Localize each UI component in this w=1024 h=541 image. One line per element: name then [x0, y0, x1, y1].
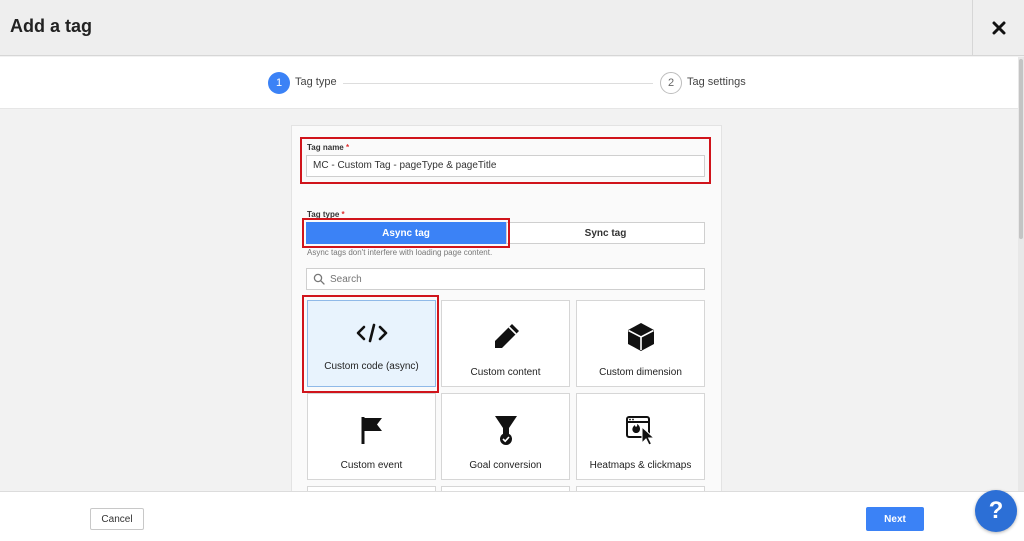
- help-button[interactable]: ?: [975, 490, 1017, 532]
- step-1-label: Tag type: [295, 76, 337, 88]
- tile-label: Goal conversion: [469, 460, 542, 471]
- async-tag-option[interactable]: Async tag: [306, 222, 506, 244]
- tile-label: Heatmaps & clickmaps: [589, 460, 692, 471]
- tile-heatmaps-clickmaps[interactable]: Heatmaps & clickmaps: [576, 393, 705, 480]
- search-input[interactable]: [330, 273, 690, 285]
- tile-custom-content[interactable]: Custom content: [441, 300, 570, 387]
- code-icon: [356, 317, 388, 349]
- tile-label: Custom code (async): [324, 361, 419, 372]
- tag-type-label-text: Tag type: [307, 210, 340, 219]
- tag-name-input[interactable]: MC - Custom Tag - pageType & pageTitle: [306, 155, 705, 177]
- tile-label: Custom dimension: [599, 367, 682, 378]
- cancel-button[interactable]: Cancel: [90, 508, 144, 530]
- stepper: 1 Tag type 2 Tag settings: [0, 57, 1018, 109]
- cube-icon: [625, 321, 657, 353]
- sync-tag-option[interactable]: Sync tag: [506, 222, 705, 244]
- scrollbar[interactable]: [1018, 57, 1024, 491]
- funnel-check-icon: [490, 414, 522, 446]
- tile-goal-conversion[interactable]: Goal conversion: [441, 393, 570, 480]
- tile-label: Custom content: [470, 367, 541, 378]
- close-button[interactable]: [972, 0, 1024, 56]
- dialog-title: Add a tag: [10, 16, 93, 36]
- tag-name-label: Tag name *: [307, 143, 349, 152]
- step-2-label: Tag settings: [687, 76, 746, 88]
- scrollbar-thumb[interactable]: [1019, 59, 1023, 239]
- step-2-number: 2: [660, 72, 682, 94]
- tag-name-label-text: Tag name: [307, 143, 344, 152]
- tile-custom-event[interactable]: Custom event: [307, 393, 436, 480]
- step-divider: [343, 83, 653, 84]
- tile-custom-dimension[interactable]: Custom dimension: [576, 300, 705, 387]
- next-button[interactable]: Next: [866, 507, 924, 531]
- tile-label: Custom event: [340, 460, 403, 471]
- tag-type-hint: Async tags don't interfere with loading …: [307, 248, 493, 257]
- required-mark: *: [345, 143, 350, 152]
- step-1-number: 1: [268, 72, 290, 94]
- heatmap-cursor-icon: [625, 414, 657, 446]
- search-box[interactable]: [306, 268, 705, 290]
- search-icon: [313, 273, 325, 285]
- tag-type-label: Tag type *: [307, 210, 345, 219]
- required-mark: *: [341, 210, 345, 219]
- tile-custom-code-async[interactable]: Custom code (async): [307, 300, 436, 387]
- dialog-header: Add a tag: [0, 0, 1024, 56]
- pencil-icon: [490, 321, 522, 353]
- close-icon: [992, 21, 1005, 35]
- flag-icon: [356, 414, 388, 446]
